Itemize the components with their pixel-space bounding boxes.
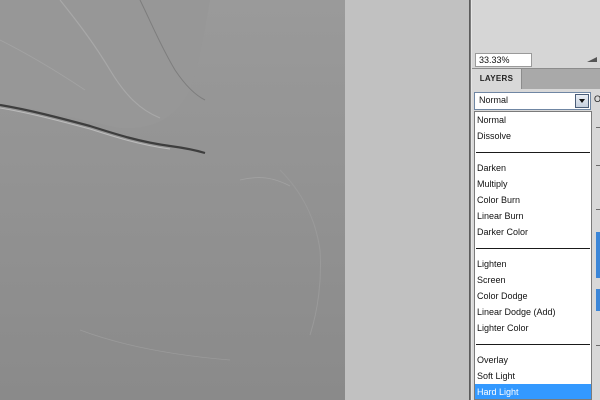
blend-mode-option[interactable]: Linear Burn <box>475 208 591 224</box>
blend-mode-option[interactable]: Screen <box>475 272 591 288</box>
selected-layer-edge[interactable] <box>596 232 600 278</box>
zoom-input[interactable]: 33.33% <box>475 53 532 67</box>
blend-mode-dropdown: Normal Dissolve Darken Multiply Color Burn Li… <box>474 111 592 400</box>
tab-layers[interactable]: LAYERS <box>472 69 522 90</box>
document-canvas[interactable] <box>0 0 345 400</box>
blend-mode-option[interactable]: Lighter Color <box>475 320 591 336</box>
blend-mode-option[interactable]: Darker Color <box>475 224 591 240</box>
panel-tab-bar: LAYERS <box>472 68 600 90</box>
pasteboard <box>345 0 469 400</box>
blend-mode-option[interactable]: Dissolve <box>475 128 591 144</box>
blend-mode-option[interactable]: Soft Light <box>475 368 591 384</box>
blend-mode-option[interactable]: Color Burn <box>475 192 591 208</box>
selected-layer-edge[interactable] <box>596 289 600 311</box>
blend-mode-option[interactable]: Lighten <box>475 256 591 272</box>
canvas-image <box>0 0 345 400</box>
menu-separator <box>476 152 590 153</box>
menu-separator <box>476 344 590 345</box>
blend-mode-option[interactable]: Darken <box>475 160 591 176</box>
opacity-label: O <box>594 94 600 104</box>
blend-mode-value: Normal <box>479 95 509 105</box>
blend-mode-option[interactable]: Multiply <box>475 176 591 192</box>
chevron-down-icon[interactable] <box>575 94 589 108</box>
blend-mode-option[interactable]: Linear Dodge (Add) <box>475 304 591 320</box>
menu-separator <box>476 248 590 249</box>
blend-mode-option[interactable]: Hard Light <box>475 384 591 399</box>
photoshop-window: 33.33% LAYERS Normal O Normal Dissolve D… <box>0 0 600 400</box>
blend-mode-option[interactable]: Normal <box>475 112 591 128</box>
zoom-slider-icon[interactable] <box>586 53 598 66</box>
blend-mode-select[interactable]: Normal <box>474 92 591 110</box>
zoom-bar: 33.33% <box>472 52 600 68</box>
navigator-preview <box>472 0 600 52</box>
blend-mode-option[interactable]: Color Dodge <box>475 288 591 304</box>
blend-mode-option[interactable]: Overlay <box>475 352 591 368</box>
